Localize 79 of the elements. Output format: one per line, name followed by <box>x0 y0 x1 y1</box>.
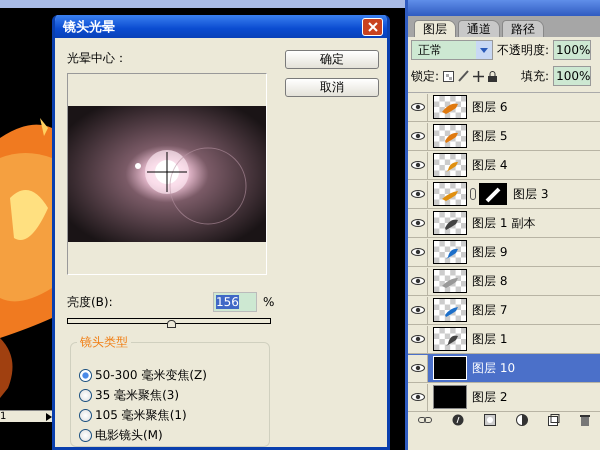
layer-name: 图层 1 副本 <box>472 214 536 232</box>
layer-row[interactable]: 图层 8 <box>408 267 600 296</box>
layer-name: 图层 3 <box>513 186 548 202</box>
layer-row[interactable]: 图层 1 副本 <box>408 209 600 238</box>
layer-name: 图层 2 <box>472 388 508 406</box>
opacity-field[interactable]: 100% <box>553 40 592 60</box>
radio-icon[interactable] <box>79 408 92 422</box>
group-title: 镜头类型 <box>77 334 131 351</box>
radio-icon[interactable] <box>79 368 92 382</box>
move-icon[interactable] <box>473 70 484 82</box>
ok-button[interactable]: 确定 <box>285 50 379 69</box>
link-icon[interactable] <box>418 417 432 423</box>
layer-name: 图层 6 <box>472 98 508 116</box>
layer-name: 图层 10 <box>472 360 516 376</box>
layer-row[interactable]: 图层 5 <box>408 122 600 151</box>
option-label: 35 毫米聚焦(3) <box>95 386 180 404</box>
layer-name: 图层 1 <box>472 330 508 348</box>
adjustment-icon[interactable] <box>516 414 528 426</box>
layer-row[interactable]: 图层 4 <box>408 151 600 180</box>
radio-option[interactable]: 35 毫米聚焦(3) <box>79 386 269 404</box>
page-number: 1 <box>0 412 6 422</box>
eye-icon[interactable] <box>410 277 424 285</box>
layer-name: 图层 5 <box>472 128 508 144</box>
dialog-title: 镜头光晕 <box>63 18 115 36</box>
layer-row[interactable]: 图层 3 <box>408 180 600 209</box>
layer-row[interactable]: 图层 10 <box>408 354 600 383</box>
panel-tab[interactable]: 路径 <box>502 20 544 37</box>
blend-mode-dropdown[interactable]: 正常 <box>411 40 493 60</box>
eye-icon[interactable] <box>410 393 424 401</box>
eye-icon[interactable] <box>410 161 424 169</box>
eye-icon[interactable] <box>410 306 424 314</box>
layer-row[interactable]: 图层 1 <box>408 325 600 354</box>
panel-tab[interactable]: 图层 <box>414 20 456 37</box>
layer-name: 图层 9 <box>472 244 508 260</box>
radio-icon[interactable] <box>79 428 92 442</box>
layer-row[interactable]: 图层 2 <box>408 383 600 412</box>
checker-icon[interactable] <box>443 70 454 82</box>
layer-row[interactable]: 图层 9 <box>408 238 600 267</box>
option-label: 电影镜头(M) <box>95 426 163 444</box>
percent-sign: % <box>263 295 274 309</box>
brightness-label: 亮度(B): <box>67 294 114 310</box>
radio-option[interactable]: 105 毫米聚焦(1) <box>79 406 269 424</box>
radio-icon[interactable] <box>79 388 92 402</box>
cancel-button[interactable]: 取消 <box>285 78 379 97</box>
brush-icon[interactable] <box>458 70 470 82</box>
mask-thumbnail <box>479 183 507 205</box>
close-icon <box>368 22 378 32</box>
center-label: 光晕中心： <box>67 50 128 67</box>
eye-icon[interactable] <box>410 364 424 372</box>
new-layer-icon[interactable] <box>548 414 560 426</box>
chain-icon[interactable] <box>470 188 476 200</box>
eye-icon[interactable] <box>410 103 424 111</box>
brightness-field[interactable]: 156 <box>213 292 257 312</box>
effects-icon[interactable] <box>452 414 464 426</box>
close-button[interactable] <box>362 18 383 36</box>
lock-label: 锁定: <box>411 68 440 84</box>
radio-option[interactable]: 电影镜头(M) <box>79 426 269 444</box>
layer-row[interactable]: 图层 7 <box>408 296 600 325</box>
fill-field[interactable]: 100% <box>553 66 592 86</box>
fill-label: 填充: <box>521 68 550 84</box>
slider-thumb[interactable] <box>167 320 176 328</box>
eye-icon[interactable] <box>410 132 424 140</box>
layer-name: 图层 7 <box>472 302 508 318</box>
layer-name: 图层 4 <box>472 156 508 174</box>
layer-name: 图层 8 <box>472 272 508 290</box>
caret-icon <box>480 48 488 52</box>
eye-icon[interactable] <box>410 335 424 343</box>
opacity-label: 不透明度: <box>497 42 550 58</box>
mask-icon[interactable] <box>484 414 496 426</box>
eye-icon[interactable] <box>410 190 424 198</box>
lock-icon[interactable] <box>488 70 498 82</box>
eye-icon[interactable] <box>410 248 424 256</box>
option-label: 50-300 毫米变焦(Z) <box>95 366 207 384</box>
panel-tab[interactable]: 通道 <box>458 20 500 37</box>
option-label: 105 毫米聚焦(1) <box>95 406 187 424</box>
trash-icon[interactable] <box>580 414 590 426</box>
layer-row[interactable]: 图层 6 <box>408 93 600 122</box>
radio-option[interactable]: 50-300 毫米变焦(Z) <box>79 366 269 384</box>
eye-icon[interactable] <box>410 219 424 227</box>
